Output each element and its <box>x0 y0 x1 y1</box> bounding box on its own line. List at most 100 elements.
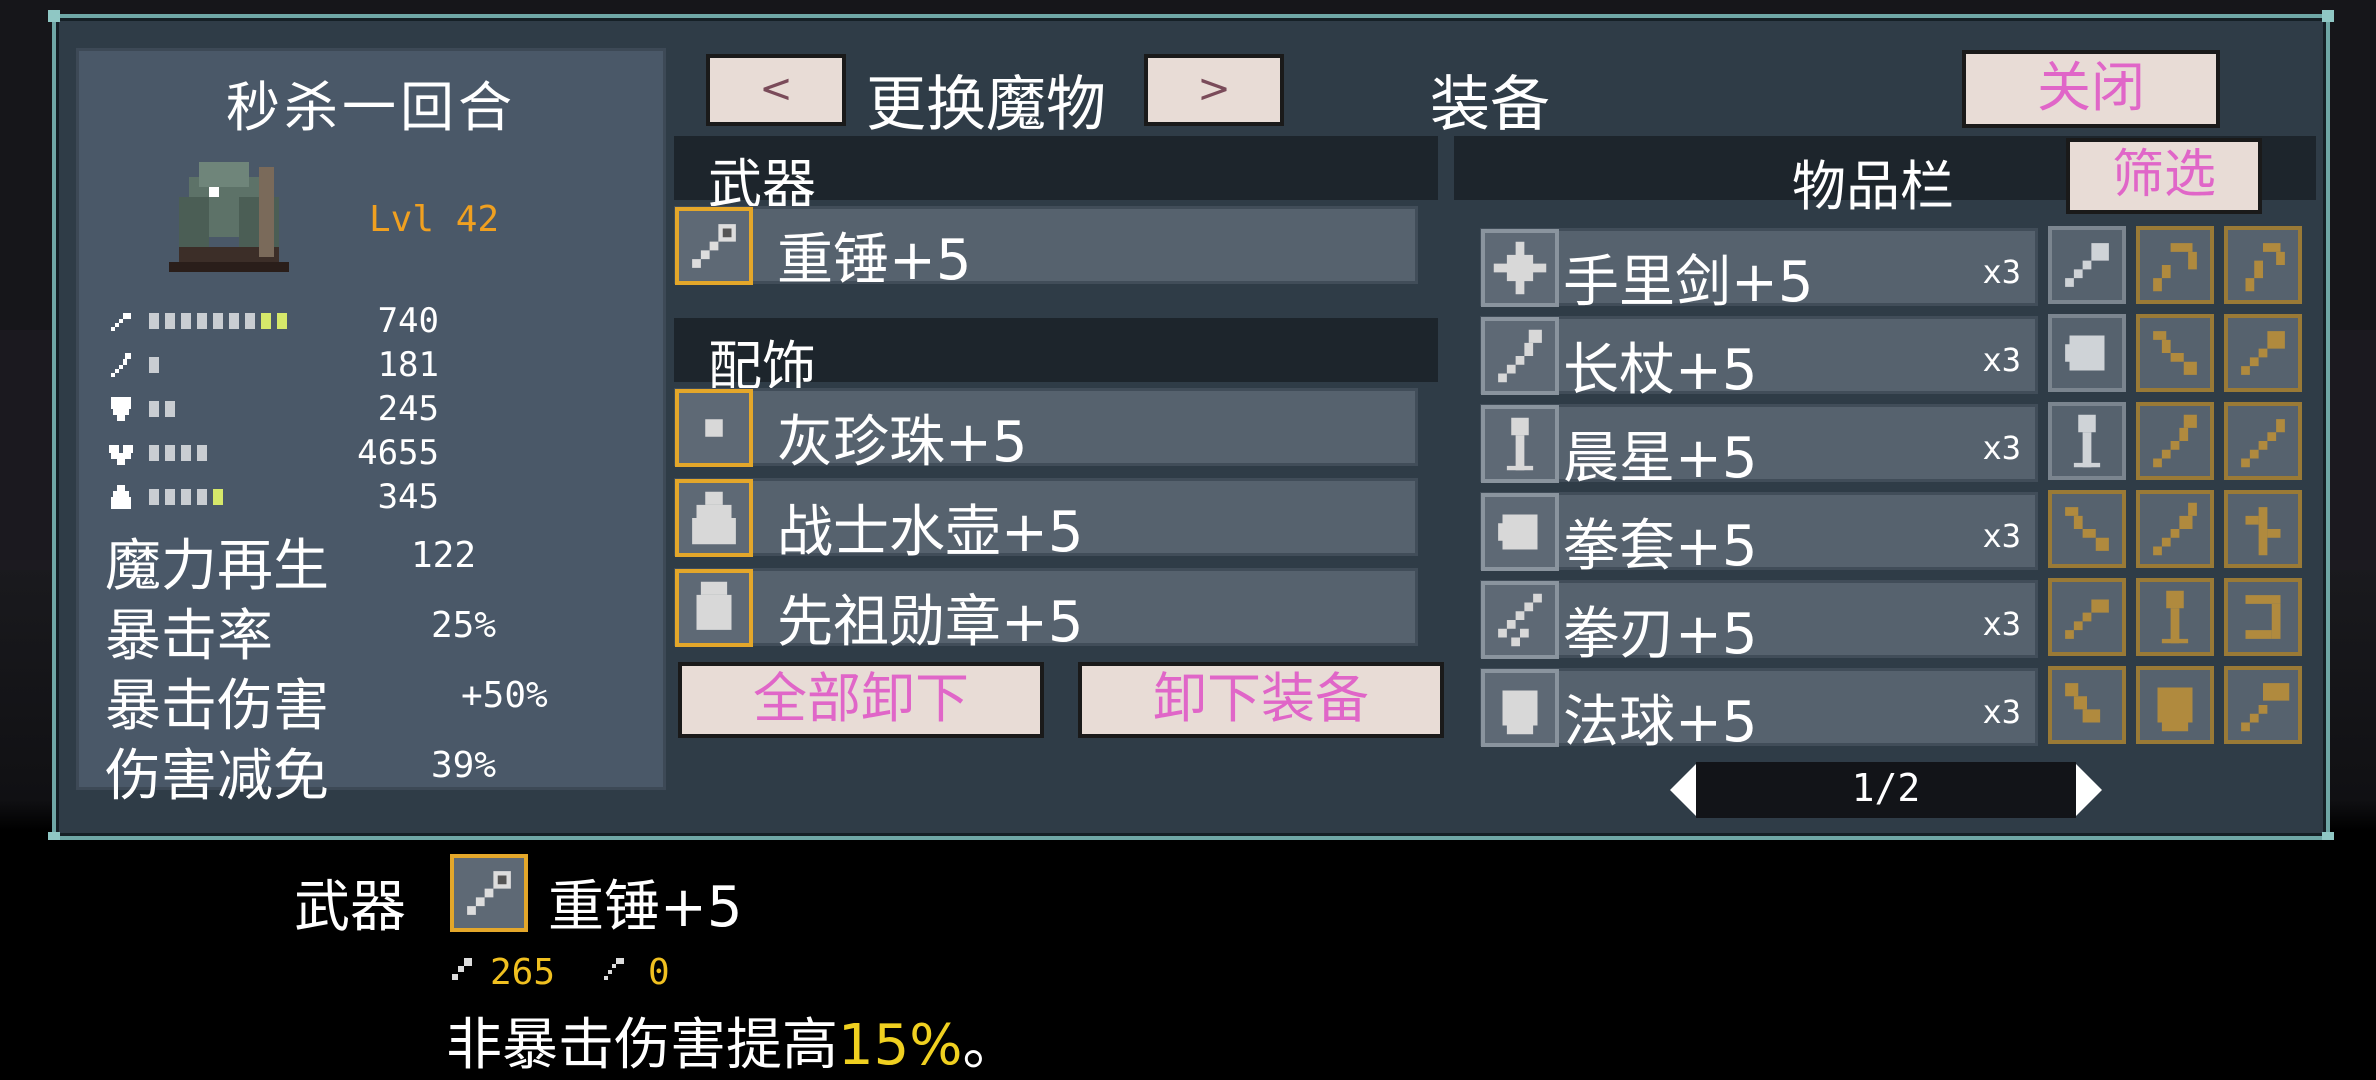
stat-bar-segment <box>213 313 223 329</box>
weapon-name: 重锤+5 <box>777 228 972 293</box>
inventory-item-quantity: x3 <box>1982 253 2021 291</box>
stat-bar-segment <box>197 401 207 417</box>
monster-stats-panel: 秒杀一回合 Lvl 42 740 181 245 4655 345 魔力再生 122 暴击率… <box>76 48 666 809</box>
stat-bar-segment <box>181 313 191 329</box>
inventory-item-name: 晨星+5 <box>1563 426 1758 491</box>
stat-bar-segment <box>181 401 191 417</box>
staff-icon <box>105 349 137 381</box>
unequip-button[interactable]: 卸下装备 <box>1078 662 1444 738</box>
hammer-icon[interactable] <box>2224 666 2302 744</box>
flask-icon <box>675 479 753 557</box>
spear-icon[interactable] <box>2136 490 2214 568</box>
accessory-slot[interactable]: 灰珍珠+5 <box>674 388 1418 475</box>
stat-bar-segment <box>149 445 159 461</box>
stat-bar-segment <box>213 489 223 505</box>
inventory-item-quantity: x3 <box>1982 429 2021 467</box>
inventory-item-quantity: x3 <box>1982 605 2021 643</box>
bow-icon[interactable] <box>2048 490 2126 568</box>
stat-bar-segment <box>261 489 271 505</box>
inventory-item-name: 手里剑+5 <box>1563 250 1814 315</box>
inventory-item[interactable]: 手里剑+5 x3 <box>1480 228 2038 315</box>
stat-bar-segment <box>213 401 223 417</box>
previous-monster-button[interactable]: < <box>706 54 846 126</box>
derived-stat-label: 暴击伤害 <box>105 674 329 739</box>
page-next-arrow-icon[interactable] <box>2072 758 2106 822</box>
inventory-item[interactable]: 拳刃+5 x3 <box>1480 580 2038 667</box>
heart-icon <box>105 437 137 469</box>
derived-stat-value: 39% <box>431 745 497 786</box>
gauntlet-icon <box>1481 493 1559 571</box>
tooltip-description: 非暴击伤害提高15%。 <box>446 1000 1018 1080</box>
page-indicator: 1/2 <box>1851 766 1921 810</box>
inventory-item[interactable]: 法球+5 x3 <box>1480 668 2038 755</box>
morningstar-icon[interactable] <box>2136 578 2214 656</box>
morningstar-icon[interactable] <box>2048 402 2126 480</box>
sword-icon[interactable] <box>2048 578 2126 656</box>
whip-icon[interactable] <box>2136 226 2214 304</box>
stat-bar-segment <box>197 357 207 373</box>
inventory-item[interactable]: 长杖+5 x3 <box>1480 316 2038 403</box>
accessory-name: 灰珍珠+5 <box>777 410 1028 475</box>
cane-icon[interactable] <box>2224 226 2302 304</box>
stat-bar-segment <box>261 401 271 417</box>
stat-row: 245 <box>105 389 625 429</box>
derived-stat-row: 暴击率 25% <box>105 591 665 669</box>
stat-bar-segment <box>149 401 159 417</box>
orb-icon[interactable] <box>2136 666 2214 744</box>
frame-corner <box>2322 10 2334 22</box>
mace-icon[interactable] <box>2224 314 2302 392</box>
gauntlet-icon[interactable] <box>2048 314 2126 392</box>
desc-text: 非暴击伤害提高 <box>446 1013 838 1078</box>
bow-icon[interactable] <box>2136 314 2214 392</box>
accessory-name: 先祖勋章+5 <box>777 590 1084 655</box>
morningstar-icon <box>1481 405 1559 483</box>
filter-button[interactable]: 筛选 <box>2066 138 2262 214</box>
mace-icon <box>450 854 528 932</box>
shuriken-icon <box>1481 229 1559 307</box>
stat-bar-segment <box>165 445 175 461</box>
staff-icon <box>1481 317 1559 395</box>
weapon-slot[interactable]: 重锤+5 <box>674 206 1418 293</box>
monster-level: Lvl 42 <box>369 199 500 240</box>
accessory-slot[interactable]: 先祖勋章+5 <box>674 568 1418 655</box>
inventory-item-name: 拳套+5 <box>1563 514 1758 579</box>
stat-bar-segment <box>229 445 239 461</box>
inventory-item-quantity: x3 <box>1982 693 2021 731</box>
inventory-item-name: 法球+5 <box>1563 690 1758 755</box>
equipment-window: 秒杀一回合 Lvl 42 740 181 245 4655 345 魔力再生 122 暴击率… <box>48 10 2334 844</box>
accessory-section-header: 配饰 <box>674 318 1438 398</box>
stat-bar-segment <box>213 445 223 461</box>
stat-value: 4655 <box>357 433 439 473</box>
stat-row: 345 <box>105 477 625 517</box>
inventory-item[interactable]: 拳套+5 x3 <box>1480 492 2038 579</box>
next-monster-button[interactable]: > <box>1144 54 1284 126</box>
stat-bar-segment <box>261 313 271 329</box>
stat-bar-segment <box>245 401 255 417</box>
stat-bar-segment <box>197 445 207 461</box>
staff-icon[interactable] <box>2136 402 2214 480</box>
stat-bar-segment <box>229 489 239 505</box>
staff-icon <box>604 958 624 980</box>
stat-bar-segment <box>245 489 255 505</box>
close-button[interactable]: 关闭 <box>1962 50 2220 128</box>
change-monster-label: 更换魔物 <box>866 70 1106 140</box>
stat-value: 740 <box>377 301 439 341</box>
accessory-slot[interactable]: 战士水壶+5 <box>674 478 1418 565</box>
horn-icon[interactable] <box>2048 666 2126 744</box>
medal-icon <box>675 569 753 647</box>
stat-bar-segment <box>229 357 239 373</box>
weapon-section-header: 武器 <box>674 136 1438 216</box>
wand-icon[interactable] <box>2224 402 2302 480</box>
stat-bar-segment <box>149 489 159 505</box>
mace-icon[interactable] <box>2048 226 2126 304</box>
inventory-item[interactable]: 晨星+5 x3 <box>1480 404 2038 491</box>
branch-icon[interactable] <box>2224 490 2302 568</box>
derived-stat-row: 魔力再生 122 <box>105 521 665 599</box>
stat-bar-segment <box>197 313 207 329</box>
unequip-all-button[interactable]: 全部卸下 <box>678 662 1044 738</box>
derived-stat-value: 25% <box>431 605 497 646</box>
stat-value: 245 <box>377 389 439 429</box>
stat-bar-segment <box>165 357 175 373</box>
harp-icon[interactable] <box>2224 578 2302 656</box>
stat-bar-segment <box>245 445 255 461</box>
